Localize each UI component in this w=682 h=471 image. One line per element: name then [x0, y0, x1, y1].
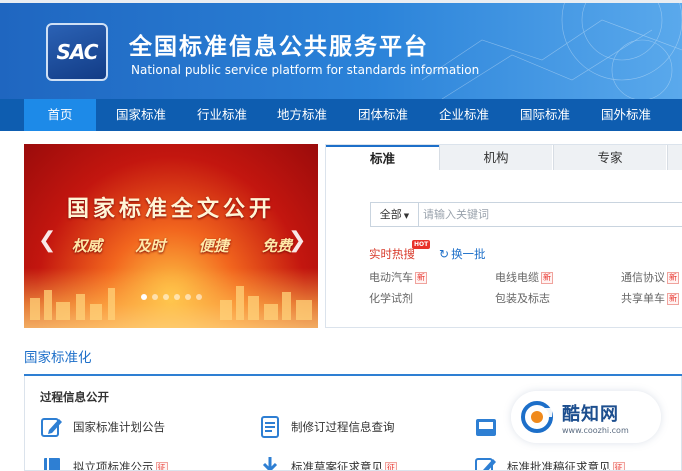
download-icon	[262, 457, 278, 470]
banner-tag: 及时	[135, 237, 166, 255]
refresh-icon: ↻	[439, 247, 450, 261]
banner-title: 国家标准全文公开	[66, 197, 275, 222]
logo-text: SAC	[56, 40, 99, 64]
hot-search-label: 实时热搜	[369, 247, 415, 261]
search-box: 全部 ▼	[370, 202, 682, 227]
process-box-title: 过程信息公开	[40, 390, 109, 404]
carousel-dots	[24, 294, 318, 300]
banner-tag: 便捷	[198, 237, 229, 255]
refresh-label: 换一批	[451, 247, 486, 261]
edit-icon	[41, 418, 62, 437]
coozhi-watermark: 酷知网 www.coozhi.com	[511, 391, 661, 443]
main-nav: 首页 国家标准 行业标准 地方标准 团体标准 企业标准 国际标准 国外标准	[0, 99, 682, 131]
header-decoration	[422, 0, 682, 99]
inbox-icon	[476, 419, 496, 436]
process-item[interactable]	[475, 416, 507, 438]
banner-carousel[interactable]: 国家标准全文公开 权威 及时 便捷 免费 ❮ ❯	[24, 144, 318, 328]
carousel-dot[interactable]	[151, 294, 158, 300]
document-list-icon	[261, 416, 279, 438]
process-item-label: 国家标准计划公告	[73, 420, 165, 434]
hot-keyword[interactable]: 电动汽车新	[369, 269, 427, 285]
caret-down-icon: ▼	[403, 212, 410, 220]
carousel-dot[interactable]	[173, 294, 180, 300]
hot-keyword[interactable]: 包装及标志	[495, 290, 550, 306]
chevron-left-icon[interactable]: ❮	[38, 228, 56, 253]
section-title: 国家标准化	[24, 350, 92, 366]
process-item-label: 标准批准稿征求意见征	[507, 459, 625, 471]
process-item[interactable]: 制修订过程信息查询	[259, 416, 395, 438]
carousel-dot[interactable]	[195, 294, 202, 300]
process-item-text: 拟立项标准公示	[73, 460, 154, 471]
nav-item-enterprise-standards[interactable]: 企业标准	[426, 99, 502, 131]
tab-experts[interactable]: 专家	[553, 145, 666, 170]
keyword-text: 共享单车	[621, 292, 665, 305]
process-item-label: 制修订过程信息查询	[291, 420, 395, 434]
edit-icon	[475, 458, 496, 470]
tab-organizations[interactable]: 机构	[439, 145, 552, 170]
process-item-label: 拟立项标准公示征	[73, 459, 168, 471]
new-tag: 新	[415, 272, 427, 284]
carousel-dot[interactable]	[140, 294, 147, 300]
hot-keyword[interactable]: 电线电缆新	[495, 269, 553, 285]
search-input[interactable]	[423, 204, 673, 225]
site-header: SAC 全国标准信息公共服务平台 National public service…	[0, 0, 682, 99]
process-item-text: 标准草案征求意见	[291, 460, 383, 471]
search-panel: 标准 机构 专家 全部▼ 实时热搜 HOT ↻换一批 电动汽车新 电线电缆新 通…	[325, 144, 682, 328]
new-tag: 新	[667, 272, 679, 284]
new-tag: 新	[541, 272, 553, 284]
hot-keyword[interactable]: 共享单车新	[621, 290, 679, 306]
new-tag: 新	[667, 293, 679, 305]
nav-item-foreign-standards[interactable]: 国外标准	[588, 99, 664, 131]
page-root: { "header": { "logo_text": "SAC", "title…	[0, 0, 682, 471]
coozhi-logo-icon	[521, 401, 553, 433]
keyword-text: 电动汽车	[369, 271, 413, 284]
watermark-url: www.coozhi.com	[562, 425, 629, 435]
watermark-brand: 酷知网	[562, 403, 619, 425]
status-tag: 征	[155, 462, 168, 470]
nav-item-group-standards[interactable]: 团体标准	[345, 99, 421, 131]
keyword-text: 包装及标志	[495, 292, 550, 305]
chevron-right-icon[interactable]: ❯	[288, 228, 306, 253]
banner-tags: 权威 及时 便捷 免费	[72, 235, 292, 256]
tab-overflow[interactable]	[667, 145, 682, 170]
search-scope-select[interactable]: 全部 ▼	[371, 203, 419, 226]
banner-skyline	[30, 286, 312, 320]
carousel-dot[interactable]	[162, 294, 169, 300]
process-item[interactable]: 标准草案征求意见征	[259, 456, 397, 471]
nav-item-industry-standards[interactable]: 行业标准	[184, 99, 260, 131]
status-tag: 征	[612, 462, 625, 470]
banner-tag: 权威	[72, 237, 103, 255]
process-item[interactable]: 拟立项标准公示征	[41, 456, 168, 471]
carousel-dot[interactable]	[184, 294, 191, 300]
scope-label: 全部	[379, 208, 402, 221]
top-strip	[0, 0, 682, 3]
nav-item-local-standards[interactable]: 地方标准	[264, 99, 340, 131]
site-title: 全国标准信息公共服务平台	[129, 34, 429, 60]
nav-item-home[interactable]: 首页	[24, 99, 96, 131]
hot-keyword[interactable]: 化学试剂	[369, 290, 413, 306]
book-icon	[44, 458, 60, 470]
tab-standards[interactable]: 标准	[326, 145, 439, 170]
hot-badge: HOT	[412, 240, 431, 249]
process-item[interactable]: 标准批准稿征求意见征	[475, 456, 625, 471]
nav-item-national-standards[interactable]: 国家标准	[103, 99, 179, 131]
status-tag: 征	[385, 462, 397, 470]
nav-item-international-standards[interactable]: 国际标准	[507, 99, 583, 131]
process-item-label: 标准草案征求意见征	[291, 459, 397, 471]
process-item[interactable]: 国家标准计划公告	[41, 416, 165, 438]
keyword-text: 通信协议	[621, 271, 665, 284]
sac-logo[interactable]: SAC	[46, 23, 108, 81]
keyword-text: 电线电缆	[495, 271, 539, 284]
search-tabs: 标准 机构 专家	[326, 145, 682, 170]
refresh-button[interactable]: ↻ 换一批	[439, 246, 486, 262]
hot-keyword[interactable]: 通信协议新	[621, 269, 679, 285]
keyword-text: 化学试剂	[369, 292, 413, 305]
site-subtitle: National public service platform for sta…	[131, 63, 480, 77]
process-item-text: 标准批准稿征求意见	[507, 460, 611, 471]
